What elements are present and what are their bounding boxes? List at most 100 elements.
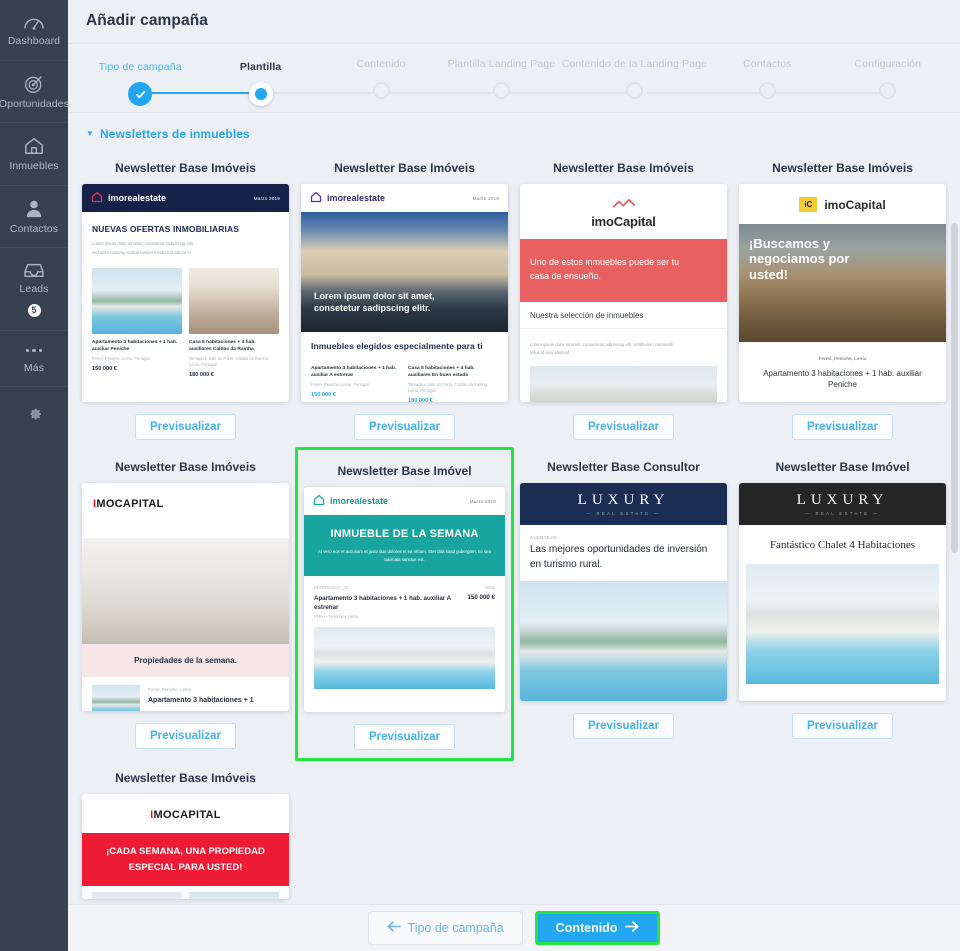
group-toggle-newsletters[interactable]: ▼ Newsletters de inmuebles xyxy=(68,113,960,151)
issue-date: Marzo 2019 xyxy=(253,195,280,201)
preview-button[interactable]: Previsualizar xyxy=(354,414,455,440)
template-card[interactable]: Newsletter Base Imóvel LUXURY — REAL EST… xyxy=(733,450,952,761)
hero-line-1: ¡Buscamos y xyxy=(749,236,830,251)
property-location: Tornada e Salir do Porto, Caldas da Rain… xyxy=(189,355,270,367)
sidebar-item-leads[interactable]: Leads 5 xyxy=(0,248,68,331)
property-photo xyxy=(530,365,717,402)
property-price: 150 000 € xyxy=(311,391,336,398)
property-price: 180 000 € xyxy=(189,371,214,378)
stepper: Tipo de campaña Plantilla Contenido Plan… xyxy=(68,44,960,113)
template-card[interactable]: Newsletter Base Imóveis IMOCAPITAL ¡CADA… xyxy=(76,761,295,904)
preview-button[interactable]: Previsualizar xyxy=(792,414,893,440)
wizard-footer: Tipo de campaña Contenido xyxy=(68,904,960,951)
sidebar-item-oportunidades[interactable]: Oportunidades xyxy=(0,61,70,124)
section-title: Inmuebles elegidos especialmente para ti xyxy=(311,341,483,351)
brand-name: imorealestate xyxy=(330,496,389,506)
preview-button[interactable]: Previsualizar xyxy=(573,414,674,440)
brand-logo: imorealestate xyxy=(310,191,385,205)
hero-line-2: negociamos por xyxy=(749,251,850,267)
step-label: Contenido xyxy=(356,58,406,70)
property-location: Ferrel, Peniche, Leiria, Portugal xyxy=(311,381,369,387)
dashboard-gauge-icon xyxy=(23,13,45,31)
scrollbar-thumb[interactable] xyxy=(951,223,958,553)
template-card[interactable]: Newsletter Base Imóveis IMOCAPITAL Propi… xyxy=(76,450,295,761)
body-text: Lorem ipsum dolor sit amet, consectetur … xyxy=(530,341,674,347)
template-card[interactable]: Newsletter Base Consultor LUXURY — REAL … xyxy=(514,450,733,761)
template-thumbnail[interactable]: IMOCAPITAL Propiedades de la semana. Fer… xyxy=(82,483,289,711)
banner-line-2: ESPECIAL PARA USTED! xyxy=(128,861,243,873)
preview-button[interactable]: Previsualizar xyxy=(135,723,236,749)
step-contenido[interactable]: Contenido xyxy=(260,58,441,104)
property-name: Apartamento 3 habitaciones + 1 xyxy=(148,696,254,704)
step-dot xyxy=(492,82,510,99)
template-title: Newsletter Base Imóvel xyxy=(337,464,472,478)
template-thumbnail[interactable]: IMOCAPITAL ¡CADA SEMANA, UNA PROPIEDAD E… xyxy=(82,794,289,899)
next-button[interactable]: Contenido xyxy=(534,911,661,945)
banner: Propiedades de la semana. xyxy=(82,644,289,677)
template-title: Newsletter Base Imóveis xyxy=(115,161,256,175)
brand-name: imoCapital xyxy=(824,197,886,212)
template-card[interactable]: Newsletter Base Imóveis iC imoCapital ¡B… xyxy=(733,151,952,450)
preview-button[interactable]: Previsualizar xyxy=(573,713,674,739)
logo-mark-icon: iC xyxy=(799,197,818,212)
template-title: Newsletter Base Imóvel xyxy=(775,460,910,474)
template-title: Newsletter Base Consultor xyxy=(547,460,700,474)
template-card[interactable]: Newsletter Base Imóveis imorealestate Ma… xyxy=(76,151,295,450)
preview-button[interactable]: Previsualizar xyxy=(354,724,455,750)
brand-name: LUXURY xyxy=(577,492,670,508)
step-label: Contactos xyxy=(743,58,792,70)
template-thumbnail[interactable]: iC imoCapital ¡Buscamos y negociamos por… xyxy=(739,184,946,402)
step-dot xyxy=(248,82,273,106)
sidebar-item-mas[interactable]: Más xyxy=(0,331,68,388)
template-thumbnail[interactable]: imorealestate Marzo 2019 INMUEBLE DE LA … xyxy=(304,487,505,712)
brand-name: imorealestate xyxy=(327,193,386,203)
step-plantilla-landing-page[interactable]: Plantilla Landing Page xyxy=(381,58,561,104)
template-thumbnail[interactable]: LUXURY — REAL ESTATE — Fantástico Chalet… xyxy=(739,483,946,701)
eyebrow: ALENTEJO xyxy=(530,535,557,540)
sidebar-item-contactos[interactable]: Contactos xyxy=(0,186,68,249)
template-card[interactable]: Newsletter Base Imóveis imoCapital Uno d… xyxy=(514,151,733,450)
property-name: Apartamento 3 habitaciones + 1 hab. auxi… xyxy=(763,368,922,390)
preview-button[interactable]: Previsualizar xyxy=(792,713,893,739)
body-text: Lorem ipsum dolor sit amet, consetetur s… xyxy=(92,241,195,246)
brand-name: imorealestate xyxy=(108,193,167,203)
property-location: Tornada e Salir do Porto, Caldas da Rain… xyxy=(408,381,489,393)
next-button-label: Contenido xyxy=(555,921,618,935)
template-thumbnail[interactable]: LUXURY — REAL ESTATE — ALENTEJO Las mejo… xyxy=(520,483,727,701)
scrollbar-track[interactable] xyxy=(951,113,959,904)
brand-name: MOCAPITAL xyxy=(96,498,164,510)
step-configuracion[interactable]: Configuración xyxy=(767,58,948,104)
property-name: Apartamento 3 habitaciones + 1 hab. auxi… xyxy=(314,594,451,611)
target-icon xyxy=(24,74,44,94)
hero-photo: ¡Buscamos y negociamos por usted! xyxy=(739,224,946,342)
body-text: sed diam nonumy eirmod tempor invidunt u… xyxy=(92,250,193,256)
preview-button[interactable]: Previsualizar xyxy=(135,414,236,440)
hero-photo: Lorem ipsum dolor sit amet, consetetur s… xyxy=(301,212,508,332)
ellipsis-icon xyxy=(25,344,43,358)
issue-date: Marzo 2019 xyxy=(469,498,496,504)
sidebar: Dashboard Oportunidades Inmuebles Contac… xyxy=(0,0,70,951)
template-thumbnail[interactable]: imorealestate Marzo 2019 NUEVAS OFERTAS … xyxy=(82,184,289,402)
sidebar-item-dashboard[interactable]: Dashboard xyxy=(0,0,68,61)
headline: Las mejores oportunidades de inversión e… xyxy=(530,544,708,570)
property-name: Apartamento 3 habitaciones + 1 hab. auxi… xyxy=(311,366,397,379)
sidebar-item-label: Dashboard xyxy=(7,35,61,47)
template-thumbnail[interactable]: imorealestate Marzo 2019 Lorem ipsum dol… xyxy=(301,184,508,402)
step-tipo-de-campana[interactable]: Tipo de campaña xyxy=(80,61,200,106)
step-contactos[interactable]: Contactos xyxy=(646,58,827,104)
hero-line-1: Lorem ipsum dolor sit amet, xyxy=(314,290,435,301)
group-label: Newsletters de inmuebles xyxy=(100,127,250,141)
brand-logo: LUXURY — REAL ESTATE — xyxy=(739,483,946,525)
banner-subtitle: At vero eos et accusam et justo duo dolo… xyxy=(318,549,491,563)
template-card-selected[interactable]: Newsletter Base Imóvel imorealestate Mar… xyxy=(295,447,514,761)
sidebar-item-inmuebles[interactable]: Inmuebles xyxy=(0,123,68,186)
step-label: Plantilla Landing Page xyxy=(447,58,556,70)
sidebar-item-settings[interactable] xyxy=(0,387,68,438)
template-card[interactable]: Newsletter Base Imóveis imorealestate Ma… xyxy=(295,151,514,450)
template-scroll-area[interactable]: ▼ Newsletters de inmuebles Newsletter Ba… xyxy=(68,113,960,904)
template-thumbnail[interactable]: imoCapital Uno de estos inmuebles puede … xyxy=(520,184,727,402)
step-plantilla[interactable]: Plantilla xyxy=(140,61,320,106)
back-button[interactable]: Tipo de campaña xyxy=(367,911,523,945)
step-contenido-landing-page[interactable]: Contenido de la Landing Page xyxy=(488,58,707,104)
sidebar-item-label: Oportunidades xyxy=(0,97,70,110)
